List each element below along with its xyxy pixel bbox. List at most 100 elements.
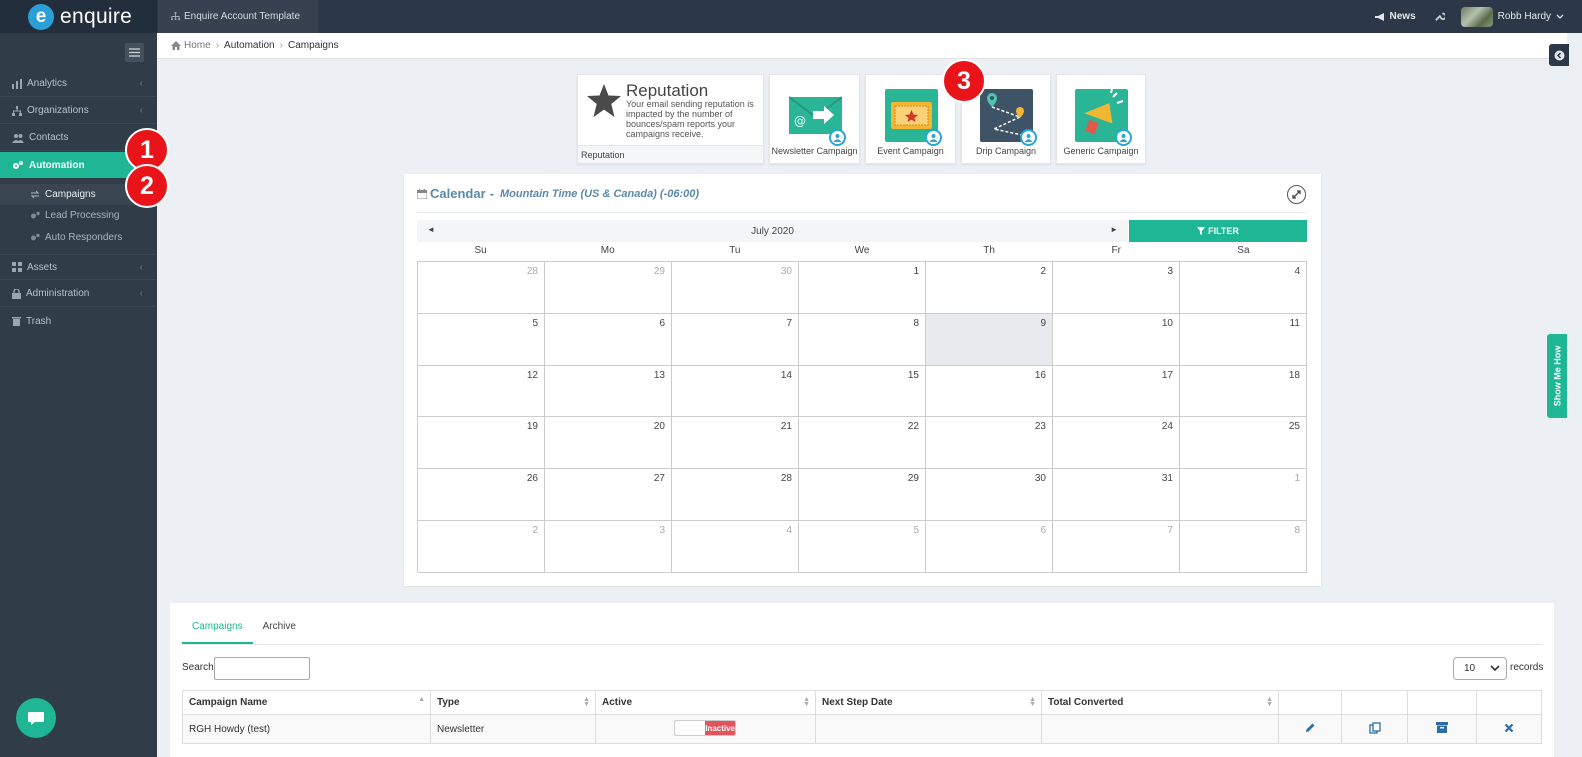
calendar-day-cell[interactable]: 23 xyxy=(926,417,1053,470)
exchange-icon xyxy=(30,190,40,199)
sidebar-subitem-auto-responders[interactable]: Auto Responders xyxy=(0,227,157,248)
delete-button[interactable] xyxy=(1476,714,1542,744)
calendar-day-cell[interactable]: 15 xyxy=(799,365,926,418)
sort-icon: ▲ ▼ xyxy=(803,696,810,708)
table-row: RGH Howdy (test) Newsletter Inactive xyxy=(182,714,1542,744)
column-header-active[interactable]: Active ▲ ▼ xyxy=(595,690,816,715)
calendar-day-cell[interactable]: 4 xyxy=(672,520,799,573)
chevron-left-icon: ‹ xyxy=(139,105,143,116)
calendar-day-cell[interactable]: 5 xyxy=(418,313,545,366)
news-link[interactable]: News xyxy=(1374,11,1416,22)
wrench-icon[interactable] xyxy=(1434,11,1445,22)
breadcrumb-home[interactable]: Home xyxy=(184,40,211,51)
calendar-day-cell[interactable]: 1 xyxy=(799,262,926,314)
calendar-day-cell[interactable]: 29 xyxy=(545,262,672,314)
avatar[interactable] xyxy=(1460,6,1493,27)
search-input[interactable] xyxy=(214,657,310,680)
chevron-down-icon[interactable] xyxy=(1556,14,1564,20)
weekday-label: We xyxy=(854,245,870,256)
calendar-day-cell[interactable]: 30 xyxy=(926,469,1053,521)
calendar-day-cell[interactable]: 12 xyxy=(418,365,545,418)
calendar-day-cell[interactable]: 18 xyxy=(1180,365,1307,418)
prev-month-button[interactable]: ◄ xyxy=(427,225,435,234)
calendar-day-cell[interactable]: 21 xyxy=(672,417,799,470)
calendar-day-cell[interactable]: 7 xyxy=(1053,520,1180,573)
settings-corner-button[interactable] xyxy=(1549,44,1569,66)
calendar-day-cell[interactable]: 3 xyxy=(545,520,672,573)
calendar-day-cell[interactable]: 29 xyxy=(799,469,926,521)
archive-button[interactable] xyxy=(1407,714,1477,744)
sidebar-toggle-button[interactable] xyxy=(125,43,144,62)
calendar-day-cell[interactable]: 6 xyxy=(926,520,1053,573)
calendar-day-cell[interactable]: 7 xyxy=(672,313,799,366)
calendar-day-cell[interactable]: 20 xyxy=(545,417,672,470)
calendar-day-cell[interactable]: 27 xyxy=(545,469,672,521)
calendar-day-cell[interactable]: 31 xyxy=(1053,469,1180,521)
active-toggle[interactable]: Inactive xyxy=(674,720,736,736)
calendar-day-cell[interactable]: 28 xyxy=(418,262,545,314)
edit-button[interactable] xyxy=(1278,714,1342,744)
calendar-day-cell[interactable]: 8 xyxy=(1180,520,1307,573)
calendar-day-cell[interactable]: 1 xyxy=(1180,469,1307,521)
generic-campaign-tile[interactable]: Generic Campaign xyxy=(1056,74,1146,164)
reputation-card[interactable]: Reputation Your email sending reputation… xyxy=(577,74,764,164)
newsletter-campaign-tile[interactable]: @ Newsletter Campaign xyxy=(769,74,860,164)
sort-icon: ▲ ▼ xyxy=(1029,696,1036,708)
calendar-day-cell[interactable]: 10 xyxy=(1053,313,1180,366)
sort-asc-icon: ▲ xyxy=(418,696,425,703)
top-navbar: e enquire Enquire Account Template News … xyxy=(0,0,1582,33)
tile-label: Newsletter Campaign xyxy=(771,146,858,156)
column-header-total-converted[interactable]: Total Converted ▲ ▼ xyxy=(1041,690,1279,715)
copy-button[interactable] xyxy=(1341,714,1408,744)
calendar-day-cell[interactable]: 14 xyxy=(672,365,799,418)
calendar-day-cell[interactable]: 16 xyxy=(926,365,1053,418)
calendar-day-cell[interactable]: 3 xyxy=(1053,262,1180,314)
calendar-day-cell[interactable]: 13 xyxy=(545,365,672,418)
calendar-day-cell[interactable]: 8 xyxy=(799,313,926,366)
calendar-day-cell[interactable]: 19 xyxy=(418,417,545,470)
sidebar-item-analytics[interactable]: Analytics ‹ xyxy=(0,71,157,97)
column-header-next-step-date[interactable]: Next Step Date ▲ ▼ xyxy=(815,690,1042,715)
expand-button[interactable] xyxy=(1287,185,1306,204)
sidebar-item-trash[interactable]: Trash xyxy=(0,308,157,334)
sidebar-item-label: Assets xyxy=(27,261,58,273)
chat-button[interactable] xyxy=(16,698,56,738)
sidebar-subitem-lead-processing[interactable]: Lead Processing xyxy=(0,205,157,226)
calendar-day-cell[interactable]: 24 xyxy=(1053,417,1180,470)
filter-button[interactable]: FILTER xyxy=(1129,220,1307,242)
campaign-name-cell[interactable]: RGH Howdy (test) xyxy=(182,714,431,744)
calendar-day-cell[interactable]: 4 xyxy=(1180,262,1307,314)
column-header-type[interactable]: Type ▲ ▼ xyxy=(430,690,596,715)
home-icon xyxy=(171,41,181,50)
page-size-select[interactable]: 10 xyxy=(1453,657,1507,680)
next-month-button[interactable]: ► xyxy=(1110,225,1118,234)
reputation-title: Reputation xyxy=(626,81,709,100)
user-name[interactable]: Robb Hardy xyxy=(1498,11,1551,22)
tile-label: Drip Campaign xyxy=(975,146,1037,156)
brand-logo[interactable]: e enquire xyxy=(0,0,157,33)
column-header-campaign-name[interactable]: Campaign Name ▲ xyxy=(182,690,431,715)
account-tab[interactable]: Enquire Account Template xyxy=(158,0,318,33)
calendar-day-cell[interactable]: 2 xyxy=(418,520,545,573)
tab-campaigns[interactable]: Campaigns xyxy=(182,618,253,644)
calendar-day-cell-today[interactable]: 9 xyxy=(926,313,1053,366)
show-me-how-tab[interactable]: Show Me How xyxy=(1547,334,1567,418)
sidebar-item-organizations[interactable]: Organizations ‹ xyxy=(0,98,157,124)
calendar-day-cell[interactable]: 6 xyxy=(545,313,672,366)
calendar-day-cell[interactable]: 17 xyxy=(1053,365,1180,418)
calendar-day-cell[interactable]: 26 xyxy=(418,469,545,521)
sidebar-item-assets[interactable]: Assets ‹ xyxy=(0,254,157,280)
bullhorn-icon xyxy=(1374,12,1384,21)
calendar-day-cell[interactable]: 30 xyxy=(672,262,799,314)
tab-archive[interactable]: Archive xyxy=(253,618,306,644)
breadcrumb-separator: › xyxy=(215,40,220,51)
calendar-day-cell[interactable]: 28 xyxy=(672,469,799,521)
calendar-day-cell[interactable]: 25 xyxy=(1180,417,1307,470)
calendar-day-cell[interactable]: 11 xyxy=(1180,313,1307,366)
column-label: Type xyxy=(437,697,460,708)
calendar-day-cell[interactable]: 22 xyxy=(799,417,926,470)
calendar-day-cell[interactable]: 5 xyxy=(799,520,926,573)
breadcrumb-automation[interactable]: Automation xyxy=(224,40,275,51)
calendar-day-cell[interactable]: 2 xyxy=(926,262,1053,314)
sidebar-item-administration[interactable]: Administration ‹ xyxy=(0,281,157,307)
